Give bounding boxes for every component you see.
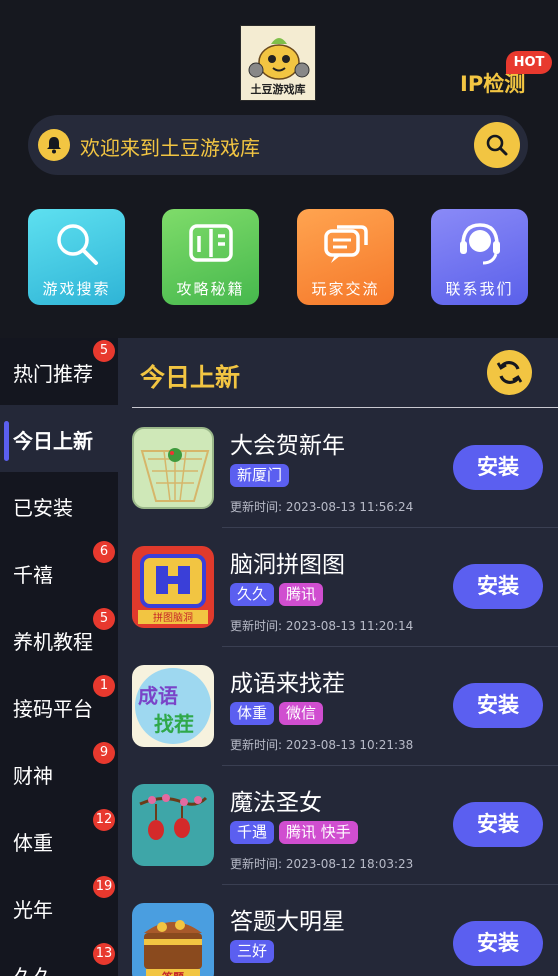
bell-icon [38, 129, 70, 161]
game-item[interactable]: 拼图脑洞 脑洞拼图图 久久 腾讯 更新时间: 2023-08-13 11:20:… [118, 527, 558, 647]
sidebar-item-sms-platform[interactable]: 接码平台 1 [0, 673, 118, 740]
sidebar-item-jiujiu[interactable]: 久久 13 [0, 941, 118, 976]
sidebar-item-label: 接码平台 [13, 697, 93, 721]
headset-icon [460, 223, 500, 265]
game-item[interactable]: 成语找茬 成语来找茬 体重 微信 更新时间: 2023-08-13 10:21:… [118, 646, 558, 766]
community-button[interactable]: 玩家交流 [297, 209, 394, 305]
sidebar-item-tizhong[interactable]: 体重 12 [0, 807, 118, 874]
game-tag[interactable]: 新厦门 [230, 464, 290, 487]
sidebar-item-guangnian[interactable]: 光年 19 [0, 874, 118, 941]
game-icon: 成语找茬 [132, 665, 214, 747]
quick-label: 攻略秘籍 [176, 280, 245, 298]
game-tag[interactable]: 千遇 [230, 821, 275, 844]
install-button[interactable]: 安装 [453, 564, 543, 609]
game-tag[interactable]: 微信 [279, 702, 324, 725]
game-item[interactable]: 大会贺新年 新厦门 更新时间: 2023-08-13 11:56:24 安装 [118, 408, 558, 528]
count-badge: 1 [93, 675, 115, 697]
count-badge: 5 [93, 340, 115, 362]
update-time: 更新时间: 2023-08-13 11:20:14 [230, 619, 414, 633]
icon-caption: 答题 [162, 970, 185, 976]
refresh-icon [496, 361, 523, 384]
count-badge: 5 [93, 608, 115, 630]
row-divider [222, 527, 558, 528]
count-badge: 13 [93, 943, 115, 965]
sidebar-item-label: 热门推荐 [13, 362, 93, 386]
game-icon [132, 784, 214, 866]
row-divider [222, 765, 558, 766]
game-icon [132, 427, 214, 509]
count-badge: 9 [93, 742, 115, 764]
game-tag[interactable]: 久久 [230, 583, 275, 606]
game-tag[interactable]: 体重 [230, 702, 275, 725]
sidebar-item-label: 光年 [13, 898, 53, 922]
app-logo: 土豆游戏库 [240, 25, 316, 101]
icon-caption: 成语 [138, 684, 178, 708]
game-tag[interactable]: 三好 [230, 940, 275, 963]
sidebar-item-label: 体重 [13, 831, 53, 855]
quick-label: 玩家交流 [311, 280, 380, 298]
sidebar-item-label: 财神 [13, 764, 53, 788]
count-badge: 19 [93, 876, 115, 898]
chat-icon [324, 225, 368, 263]
hot-badge: HOT [506, 51, 552, 74]
row-divider [222, 646, 558, 647]
welcome-text: 欢迎来到土豆游戏库 [80, 136, 260, 160]
icon-caption: 拼图脑洞 [153, 611, 193, 624]
game-search-button[interactable]: 游戏搜索 [28, 209, 125, 305]
update-time: 更新时间: 2023-08-13 11:56:24 [230, 500, 414, 514]
refresh-button[interactable] [487, 350, 532, 395]
category-sidebar: 热门推荐 5 今日上新 已安装 千禧 6 养机教程 5 接码平台 1 财神 9 … [0, 338, 118, 976]
install-button[interactable]: 安装 [453, 683, 543, 728]
sidebar-item-today-new[interactable]: 今日上新 [0, 405, 118, 472]
game-icon: 答题 [132, 903, 214, 976]
count-badge: 12 [93, 809, 115, 831]
update-time: 更新时间: 2023-08-13 10:21:38 [230, 738, 414, 752]
update-time: 更新时间: 2023-08-12 18:03:23 [230, 857, 414, 871]
icon-caption: 找茬 [154, 712, 194, 736]
top-header: 土豆游戏库 IP检测 HOT 欢迎来到土豆游戏库 游戏搜索 攻略秘籍 玩家交流 … [0, 0, 558, 338]
sidebar-item-installed[interactable]: 已安装 [0, 472, 118, 539]
logo-text: 土豆游戏库 [250, 83, 306, 96]
sidebar-item-hot[interactable]: 热门推荐 5 [0, 338, 118, 405]
game-item[interactable]: 魔法圣女 千遇 腾讯 快手 更新时间: 2023-08-12 18:03:23 … [118, 765, 558, 885]
section-title: 今日上新 [140, 363, 241, 392]
search-icon [57, 224, 98, 265]
quick-label: 联系我们 [445, 280, 514, 298]
install-button[interactable]: 安装 [453, 802, 543, 847]
game-name: 大会贺新年 [230, 433, 345, 459]
guides-button[interactable]: 攻略秘籍 [162, 209, 259, 305]
install-button[interactable]: 安装 [453, 921, 543, 966]
contact-us-button[interactable]: 联系我们 [431, 209, 528, 305]
sidebar-item-tutorial[interactable]: 养机教程 5 [0, 606, 118, 673]
game-tag[interactable]: 腾讯 快手 [279, 821, 358, 844]
game-tag[interactable]: 腾讯 [279, 583, 324, 606]
game-icon: 拼图脑洞 [132, 546, 214, 628]
game-list-panel: 今日上新 大会贺新年 新厦门 更新时间: 2023-08-13 11:56:24… [118, 338, 558, 976]
sidebar-item-label: 养机教程 [13, 630, 93, 654]
install-button[interactable]: 安装 [453, 445, 543, 490]
active-indicator [4, 421, 9, 461]
sidebar-item-label: 久久 [13, 961, 53, 976]
sidebar-item-label: 千禧 [13, 563, 53, 587]
sidebar-item-label: 已安装 [13, 496, 73, 520]
sidebar-item-caishen[interactable]: 财神 9 [0, 740, 118, 807]
welcome-search-bar[interactable]: 欢迎来到土豆游戏库 [28, 115, 528, 175]
game-item[interactable]: 答题 答题大明星 三好 安装 [118, 884, 558, 976]
book-icon [189, 224, 233, 262]
game-name: 成语来找茬 [230, 671, 345, 697]
row-divider [222, 884, 558, 885]
sidebar-item-label: 今日上新 [13, 429, 93, 453]
game-name: 脑洞拼图图 [230, 552, 345, 578]
sidebar-item-qianxi[interactable]: 千禧 6 [0, 539, 118, 606]
game-name: 魔法圣女 [230, 790, 322, 816]
count-badge: 6 [93, 541, 115, 563]
quick-label: 游戏搜索 [42, 280, 111, 298]
game-name: 答题大明星 [230, 909, 345, 935]
search-button[interactable] [474, 122, 520, 168]
